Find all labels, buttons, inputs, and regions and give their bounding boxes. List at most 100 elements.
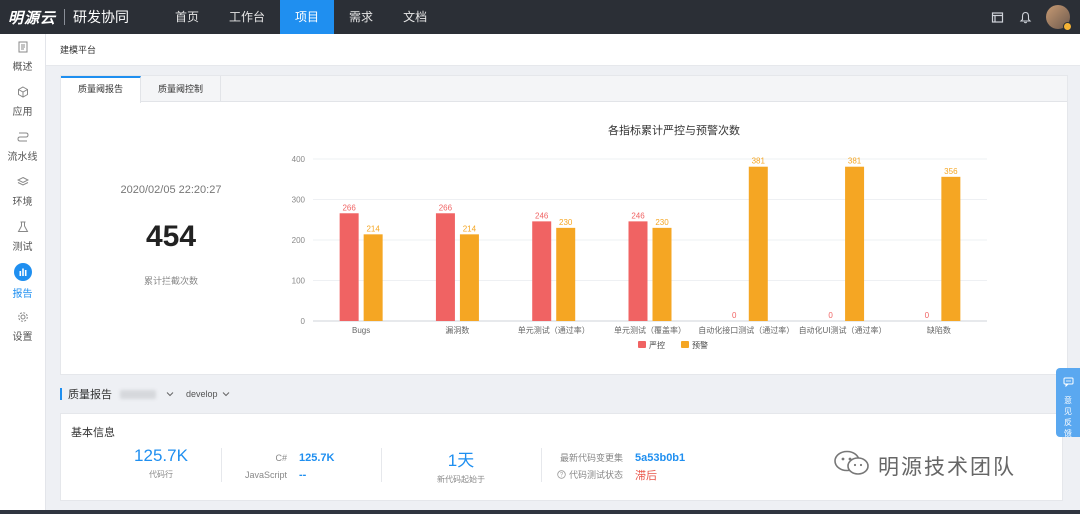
data-label: 0: [732, 311, 737, 320]
bell-icon[interactable]: [1018, 10, 1032, 24]
lines-of-code-stat: 125.7K 代码行: [101, 446, 221, 486]
x-tick-label: 缺陷数: [927, 325, 951, 335]
chart-bar: [459, 234, 479, 321]
test-status-label: 代码测试状态: [568, 470, 623, 480]
project-select[interactable]: [120, 389, 174, 399]
test-status-value: 滞后: [635, 469, 657, 482]
chart-bar: [339, 213, 359, 321]
logo[interactable]: 明源云 研发协同: [0, 0, 160, 34]
data-label: 0: [925, 311, 930, 320]
tab-quality-gate-control[interactable]: 质量阈控制: [141, 76, 222, 102]
nav-item-requirements[interactable]: 需求: [334, 0, 388, 34]
nav-item-project[interactable]: 项目: [280, 0, 335, 34]
nav-item-workbench[interactable]: 工作台: [214, 0, 280, 34]
sidebar-item-overview[interactable]: 概述: [0, 34, 45, 79]
language-row: C# 125.7K: [233, 449, 383, 466]
quality-report-title: 质量报告: [68, 389, 112, 401]
data-label: 0: [828, 311, 833, 320]
window-icon[interactable]: [990, 10, 1004, 24]
chart-bar: [435, 213, 455, 321]
branch-select[interactable]: develop: [186, 389, 230, 399]
y-tick-label: 300: [292, 196, 306, 205]
intercept-summary: 2020/02/05 22:20:27 454 累计拦截次数: [61, 102, 281, 374]
brand-logo: 明源云: [8, 9, 57, 27]
y-tick-label: 0: [301, 317, 306, 326]
test-status-label-wrap: ? 代码测试状态: [539, 468, 623, 481]
nav-item-home[interactable]: 首页: [160, 0, 214, 34]
x-tick-label: 漏洞数: [445, 325, 469, 335]
divider: [221, 448, 222, 482]
taskbar-strip: [0, 510, 1080, 514]
sidebar-item-report[interactable]: 报告: [0, 259, 45, 304]
latest-change-value[interactable]: 5a53b0b1: [635, 452, 685, 464]
sidebar-item-environment[interactable]: 环境: [0, 169, 45, 214]
main-nav: 首页 工作台 项目 需求 文档: [160, 0, 442, 34]
language-name: C#: [275, 452, 287, 463]
new-code-stat: 1天 新代码起始于: [391, 446, 531, 486]
data-label: 214: [366, 224, 380, 233]
latest-change-label: 最新代码变更集: [559, 453, 623, 463]
bar-chart: 各指标累计严控与预警次数 0 100 200 300 400 266 214 Bugs 266 2…: [281, 102, 1067, 374]
feedback-button[interactable]: 意见反馈: [1056, 368, 1080, 438]
data-label: 230: [559, 218, 573, 227]
chart-bar: [628, 221, 648, 321]
stat-value: 454: [145, 220, 197, 253]
nav-item-docs[interactable]: 文档: [388, 0, 442, 34]
data-label: 214: [463, 224, 477, 233]
legend-label: 预警: [692, 340, 708, 350]
sidebar-item-label: 环境: [12, 197, 33, 208]
x-tick-label: 单元测试（通过率）: [518, 325, 590, 335]
code-change-info: 最新代码变更集 5a53b0b1 ? 代码测试状态 滞后: [539, 449, 759, 489]
data-label: 266: [439, 203, 453, 212]
tab-quality-gate-report[interactable]: 质量阈报告: [61, 76, 142, 103]
section-accent-bar: [60, 388, 62, 400]
avatar[interactable]: [1046, 5, 1072, 31]
flask-icon: [16, 220, 30, 234]
x-tick-label: 自动化UI测试（通过率）: [799, 325, 887, 335]
sidebar-item-label: 报告: [12, 289, 33, 300]
sidebar-item-settings[interactable]: 设置: [0, 304, 45, 349]
new-code-value: 1天: [447, 451, 475, 470]
language-breakdown: C# 125.7K JavaScript --: [233, 449, 383, 489]
data-label: 266: [342, 203, 356, 212]
chart-bar: [556, 227, 576, 321]
branch-value: develop: [186, 389, 218, 399]
new-code-label: 新代码起始于: [437, 475, 485, 484]
wechat-icon: [832, 448, 872, 483]
avatar-badge: [1063, 22, 1072, 31]
watermark-text: 明源技术团队: [878, 455, 1016, 479]
chevron-down-icon: [166, 389, 174, 399]
quality-gate-card: 质量阈报告 质量阈控制 2020/02/05 22:20:27 454 累计拦截…: [60, 75, 1068, 375]
legend-swatch: [638, 341, 646, 348]
chart-bar: [532, 221, 552, 321]
breadcrumb[interactable]: 建模平台: [46, 34, 1080, 66]
data-label: 230: [655, 218, 669, 227]
pipeline-icon: [16, 130, 30, 144]
chart-bar: [845, 166, 865, 321]
lines-of-code-label: 代码行: [149, 470, 173, 479]
x-tick-label: 单元测试（覆盖率）: [614, 325, 686, 335]
sidebar-item-label: 概述: [12, 62, 33, 73]
sidebar-item-pipeline[interactable]: 流水线: [0, 124, 45, 169]
tab-bar: 质量阈报告 质量阈控制: [61, 76, 1067, 103]
sidebar-item-test[interactable]: 测试: [0, 214, 45, 259]
layers-icon: [16, 175, 30, 189]
test-status-row: ? 代码测试状态 滞后: [539, 466, 759, 483]
help-icon[interactable]: ?: [557, 470, 566, 479]
logo-divider: [64, 9, 66, 25]
chevron-down-icon: [222, 389, 230, 399]
divider: [381, 448, 382, 482]
chart-bar: [941, 176, 961, 321]
language-value: 125.7K: [299, 451, 335, 464]
legend-swatch: [681, 341, 689, 348]
feedback-label: 意见反馈: [1064, 396, 1072, 438]
data-label: 381: [752, 157, 766, 166]
top-nav-bar: 明源云 研发协同 首页 工作台 项目 需求 文档: [0, 0, 1080, 34]
lines-of-code-value: 125.7K: [134, 446, 188, 465]
sidebar-item-label: 流水线: [7, 152, 38, 163]
language-value: --: [299, 468, 307, 481]
sidebar-item-apps[interactable]: 应用: [0, 79, 45, 124]
watermark: 明源技术团队: [832, 448, 1016, 483]
legend-label: 严控: [649, 340, 665, 350]
x-tick-label: Bugs: [352, 326, 370, 335]
